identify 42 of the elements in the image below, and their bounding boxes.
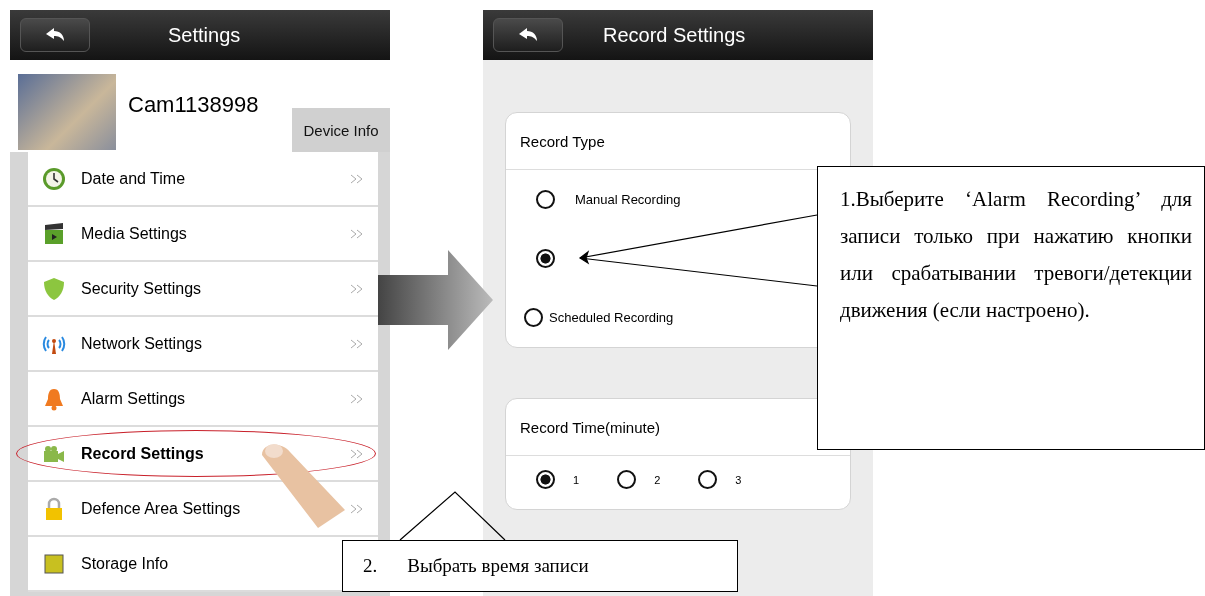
chevron-icon (350, 503, 364, 514)
option-label: Scheduled Recording (549, 310, 674, 325)
radio-button[interactable] (536, 470, 555, 489)
screen-title: Settings (168, 23, 241, 47)
back-arrow-icon (45, 27, 65, 43)
back-button[interactable] (20, 18, 90, 52)
back-arrow-icon (518, 27, 538, 43)
chevron-icon (350, 173, 364, 184)
option-label: Manual Recording (575, 192, 681, 207)
callout-text: Выбрать время записи (407, 555, 589, 577)
settings-item[interactable]: Media Settings (28, 207, 378, 262)
settings-item[interactable]: Alarm Settings (28, 372, 378, 427)
callout-text: 1.Выберите ‘Alarm Recording’ для записи только при нажатию кнопки или срабатывании тревоги/детекции движения (если настроено). (840, 186, 1192, 324)
back-button[interactable] (493, 18, 563, 52)
chevron-icon (350, 448, 364, 459)
chevron-icon (350, 283, 364, 294)
radio-button[interactable] (536, 249, 555, 268)
settings-item[interactable]: Defence Area Settings (28, 482, 378, 537)
clapperboard-icon (42, 221, 66, 246)
callout-number: 2. (363, 555, 378, 577)
screen-title: Record Settings (603, 23, 746, 47)
radio-button[interactable] (698, 470, 718, 489)
option-label: 2 (654, 473, 661, 486)
chevron-icon (350, 338, 364, 349)
bell-icon (42, 386, 66, 411)
card-title: Record Type (520, 132, 605, 150)
clock-icon (42, 166, 66, 191)
chevron-icon (350, 393, 364, 404)
square-icon (42, 551, 66, 576)
radio-button[interactable] (524, 308, 543, 327)
option-label: 3 (735, 473, 742, 486)
device-info-button[interactable]: Device Info (292, 108, 390, 152)
option-label: 1 (573, 473, 580, 486)
settings-item[interactable]: Security Settings (28, 262, 378, 317)
shield-icon (42, 276, 66, 301)
settings-item[interactable]: Date and Time (28, 152, 378, 207)
settings-item[interactable]: Network Settings (28, 317, 378, 372)
device-name: Cam1138998 (128, 92, 259, 118)
chevron-icon (350, 228, 364, 239)
radio-button[interactable] (536, 190, 555, 209)
card-title: Record Time(minute) (520, 418, 661, 436)
radio-button[interactable] (617, 470, 637, 489)
